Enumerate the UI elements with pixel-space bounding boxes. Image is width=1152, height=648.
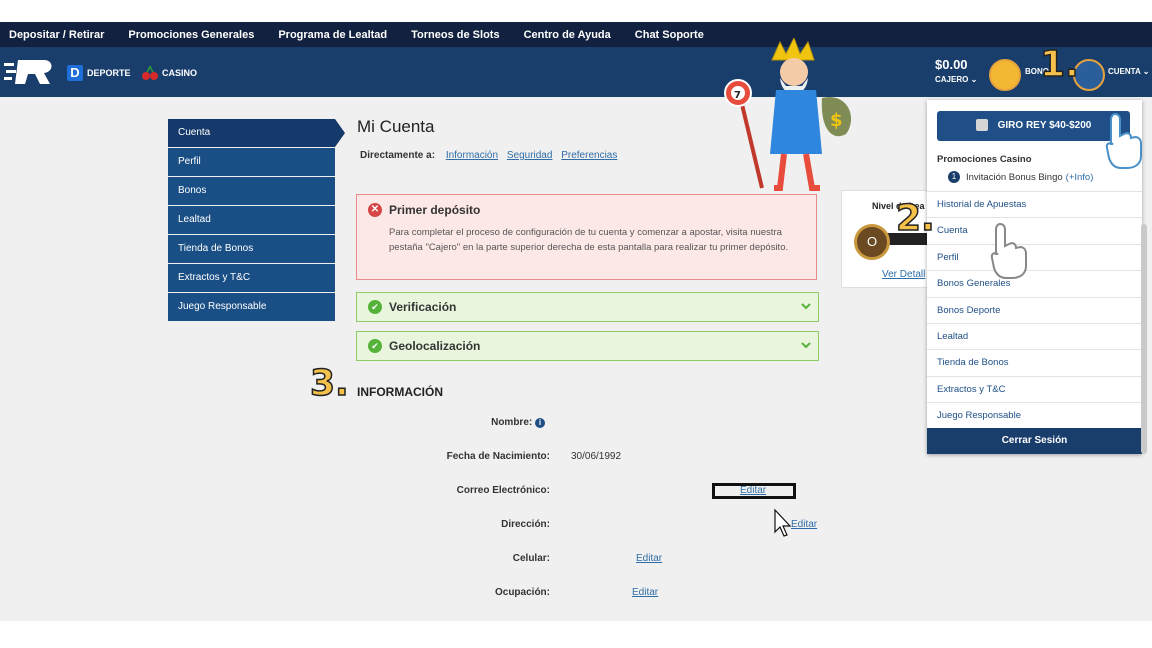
edit-celular-link[interactable]: Editar — [636, 553, 662, 564]
direct-links: Directamente a: Información Seguridad Pr… — [360, 150, 623, 161]
label-fecha: Fecha de Nacimiento: — [446, 451, 550, 462]
main-header: D DEPORTE CASINO $0.00 CAJERO ⌄ BONOS CU… — [0, 47, 1152, 97]
alert-body: Para completar el proceso de configuraci… — [389, 227, 789, 253]
label-direccion: Dirección: — [501, 519, 550, 530]
chevron-down-icon: ⌄ — [970, 75, 978, 84]
cherry-icon — [142, 65, 158, 80]
deporte-label: DEPORTE — [87, 68, 131, 78]
dropdown-item-cuenta[interactable]: Cuenta — [927, 217, 1142, 243]
nombre-text: Nombre: — [491, 417, 533, 428]
step-1-marker: 1. — [1039, 43, 1079, 86]
link-preferencias[interactable]: Preferencias — [561, 150, 617, 161]
side-item-perfil[interactable]: Perfil — [168, 148, 335, 176]
side-item-cuenta[interactable]: Cuenta — [168, 119, 335, 147]
dropdown-item-bonos-deporte[interactable]: Bonos Deporte — [927, 296, 1142, 323]
dropdown-item-perfil[interactable]: Perfil — [927, 243, 1142, 270]
label-ocupacion: Ocupación: — [494, 587, 550, 598]
page-title: Mi Cuenta — [357, 117, 435, 136]
casino-tab[interactable]: CASINO — [142, 65, 197, 81]
dropdown-item-lealtad[interactable]: Lealtad — [927, 322, 1142, 349]
chevron-down-icon: ⌄ — [1142, 67, 1150, 76]
dropdown-item-tienda[interactable]: Tienda de Bonos — [927, 349, 1142, 375]
chevron-down-icon — [801, 342, 811, 349]
nav-torneos[interactable]: Torneos de Slots — [411, 29, 499, 41]
account-side-menu: Cuenta Perfil Bonos Lealtad Tienda de Bo… — [168, 119, 345, 322]
highlight-box — [712, 483, 796, 499]
edit-direccion-link[interactable]: Editar — [791, 519, 817, 530]
frame-top — [0, 0, 1152, 22]
dropdown-item-historial[interactable]: Historial de Apuestas — [927, 191, 1142, 217]
label-correo: Correo Electrónico: — [456, 485, 550, 496]
brand-logo-icon[interactable] — [4, 58, 54, 86]
verification-panel[interactable]: ✔ Verificación — [356, 292, 819, 322]
side-item-bonos[interactable]: Bonos — [168, 177, 335, 205]
dropdown-list: Historial de Apuestas Cuenta Perfil Bono… — [927, 191, 1142, 429]
balance-amount: $0.00 — [935, 57, 968, 72]
loyalty-details-link[interactable]: Ver Detall — [882, 269, 925, 280]
svg-text:7: 7 — [734, 90, 741, 101]
label-nombre: Nombre: i — [365, 417, 545, 428]
svg-text:$: $ — [830, 110, 843, 131]
cajero-dropdown[interactable]: CAJERO ⌄ — [935, 75, 977, 84]
edit-ocupacion-link[interactable]: Editar — [632, 587, 658, 598]
top-nav: Depositar / Retirar Promociones Generale… — [0, 22, 1152, 47]
giro-rey-promo-button[interactable]: GIRO REY $40-$200 — [937, 111, 1130, 141]
deporte-icon: D — [67, 65, 83, 81]
info-icon[interactable]: i — [535, 418, 545, 428]
direct-label: Directamente a: — [360, 150, 436, 161]
active-arrow-icon — [335, 119, 345, 147]
logout-button[interactable]: Cerrar Sesión — [927, 428, 1142, 454]
dropdown-item-juego[interactable]: Juego Responsable — [927, 402, 1142, 428]
promo-casino-heading: Promociones Casino — [937, 154, 1032, 165]
bingo-count-badge: 1 — [948, 171, 960, 183]
loyalty-level-icon: O — [854, 224, 890, 260]
value-fecha: 30/06/1992 — [571, 451, 622, 462]
king-mascot-icon: 7 $ — [724, 38, 852, 191]
casino-label: CASINO — [162, 68, 198, 78]
chevron-down-icon — [801, 303, 811, 310]
side-item-juego[interactable]: Juego Responsable — [168, 293, 335, 321]
side-item-extractos[interactable]: Extractos y T&C — [168, 264, 335, 292]
bingo-invitation[interactable]: 1 Invitación Bonus Bingo (+Info) — [948, 171, 1093, 183]
promo-label: GIRO REY $40-$200 — [997, 120, 1092, 131]
error-icon: ✕ — [368, 203, 382, 217]
side-item-lealtad[interactable]: Lealtad — [168, 206, 335, 234]
check-circle-icon: ✔ — [368, 300, 382, 314]
geolocation-panel[interactable]: ✔ Geolocalización — [356, 331, 819, 361]
side-item-tienda[interactable]: Tienda de Bonos — [168, 235, 335, 263]
verification-title: Verificación — [389, 300, 457, 314]
nav-chat[interactable]: Chat Soporte — [635, 29, 704, 41]
frame-bottom — [0, 621, 1152, 648]
balance-block[interactable]: $0.00 CAJERO ⌄ — [935, 57, 977, 84]
bingo-info-link[interactable]: (+Info) — [1066, 172, 1094, 183]
deporte-tab[interactable]: D DEPORTE — [67, 65, 131, 81]
cajero-label: CAJERO — [935, 75, 969, 84]
step-3-marker: 3. — [309, 362, 349, 405]
geolocation-title: Geolocalización — [389, 339, 481, 353]
nav-lealtad[interactable]: Programa de Lealtad — [278, 29, 387, 41]
pointing-hand-icon — [990, 222, 1027, 279]
nav-depositar[interactable]: Depositar / Retirar — [9, 29, 104, 41]
cuenta-dropdown[interactable]: CUENTA ⌄ — [1108, 67, 1149, 76]
pointing-hand-icon — [1105, 112, 1142, 169]
gift-icon — [975, 119, 988, 132]
info-section-title: INFORMACIÓN — [357, 385, 443, 399]
nav-promociones[interactable]: Promociones Generales — [128, 29, 254, 41]
bingo-label: Invitación Bonus Bingo — [966, 171, 1063, 183]
label-celular: Celular: — [512, 553, 550, 564]
alert-title: Primer depósito — [389, 203, 481, 217]
check-circle-icon: ✔ — [368, 339, 382, 353]
dropdown-item-bonos-generales[interactable]: Bonos Generales — [927, 270, 1142, 296]
dropdown-scrollbar[interactable] — [1141, 224, 1147, 454]
dropdown-item-extractos[interactable]: Extractos y T&C — [927, 375, 1142, 402]
mouse-pointer-icon — [774, 508, 792, 537]
link-seguridad[interactable]: Seguridad — [507, 150, 553, 161]
link-informacion[interactable]: Información — [446, 150, 498, 161]
nav-ayuda[interactable]: Centro de Ayuda — [524, 29, 611, 41]
cuenta-label: CUENTA — [1108, 67, 1141, 76]
bonos-avatar-icon[interactable] — [989, 59, 1021, 91]
step-2-marker: 2. — [895, 197, 935, 240]
first-deposit-alert: ✕ Primer depósito Para completar el proc… — [356, 194, 817, 280]
